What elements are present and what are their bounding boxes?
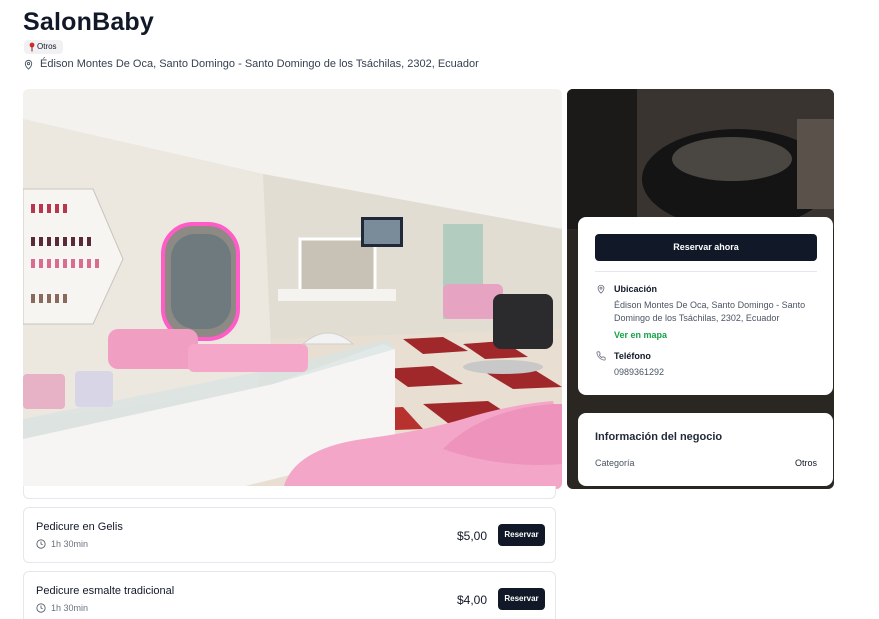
- business-address: Édison Montes De Oca, Santo Domingo - Sa…: [23, 58, 479, 70]
- category-badge-label: Otros: [37, 42, 57, 51]
- business-info-title: Información del negocio: [595, 431, 723, 443]
- reserve-button[interactable]: Reservar: [498, 524, 545, 546]
- service-name: Pedicure en Gelis: [36, 521, 123, 533]
- main-gallery-image[interactable]: [23, 89, 562, 489]
- service-price: $5,00: [456, 529, 487, 543]
- clock-icon: [36, 539, 46, 549]
- service-duration: 1h 30min: [36, 539, 88, 549]
- address-text: Édison Montes De Oca, Santo Domingo - Sa…: [40, 58, 479, 70]
- pushpin-icon: [29, 42, 35, 52]
- service-duration-text: 1h 30min: [51, 603, 89, 613]
- category-label: Categoría: [595, 458, 635, 468]
- clock-icon: [36, 603, 46, 613]
- book-now-button[interactable]: Reservar ahora: [595, 234, 817, 261]
- salon-interior-photo: [23, 89, 562, 489]
- map-pin-icon: [597, 284, 605, 294]
- service-card-partial: [23, 486, 556, 499]
- phone-icon: [596, 351, 606, 361]
- service-name: Pedicure esmalte tradicional: [36, 585, 175, 597]
- map-pin-icon: [24, 59, 33, 70]
- booking-card: Reservar ahora Ubicación Édison Montes D…: [578, 217, 833, 395]
- service-duration-text: 1h 30min: [51, 539, 89, 549]
- phone-number[interactable]: 0989361292: [614, 366, 819, 379]
- category-value: Otros: [794, 458, 817, 468]
- service-duration: 1h 30min: [36, 603, 88, 613]
- service-card: Pedicure esmalte tradicional 1h 30min $4…: [23, 571, 556, 619]
- business-title: SalonBaby: [23, 8, 154, 36]
- phone-label: Teléfono: [614, 351, 651, 361]
- category-badge: Otros: [24, 40, 63, 54]
- divider: [595, 271, 817, 272]
- location-text: Édison Montes De Oca, Santo Domingo - Sa…: [614, 300, 806, 323]
- service-price: $4,00: [456, 593, 487, 607]
- view-map-link[interactable]: Ver en mapa: [614, 330, 667, 340]
- reserve-button[interactable]: Reservar: [498, 588, 545, 610]
- business-info-card: Información del negocio Categoría Otros: [578, 413, 833, 486]
- location-label: Ubicación: [614, 284, 658, 294]
- service-card: Pedicure en Gelis 1h 30min $5,00 Reserva…: [23, 507, 556, 563]
